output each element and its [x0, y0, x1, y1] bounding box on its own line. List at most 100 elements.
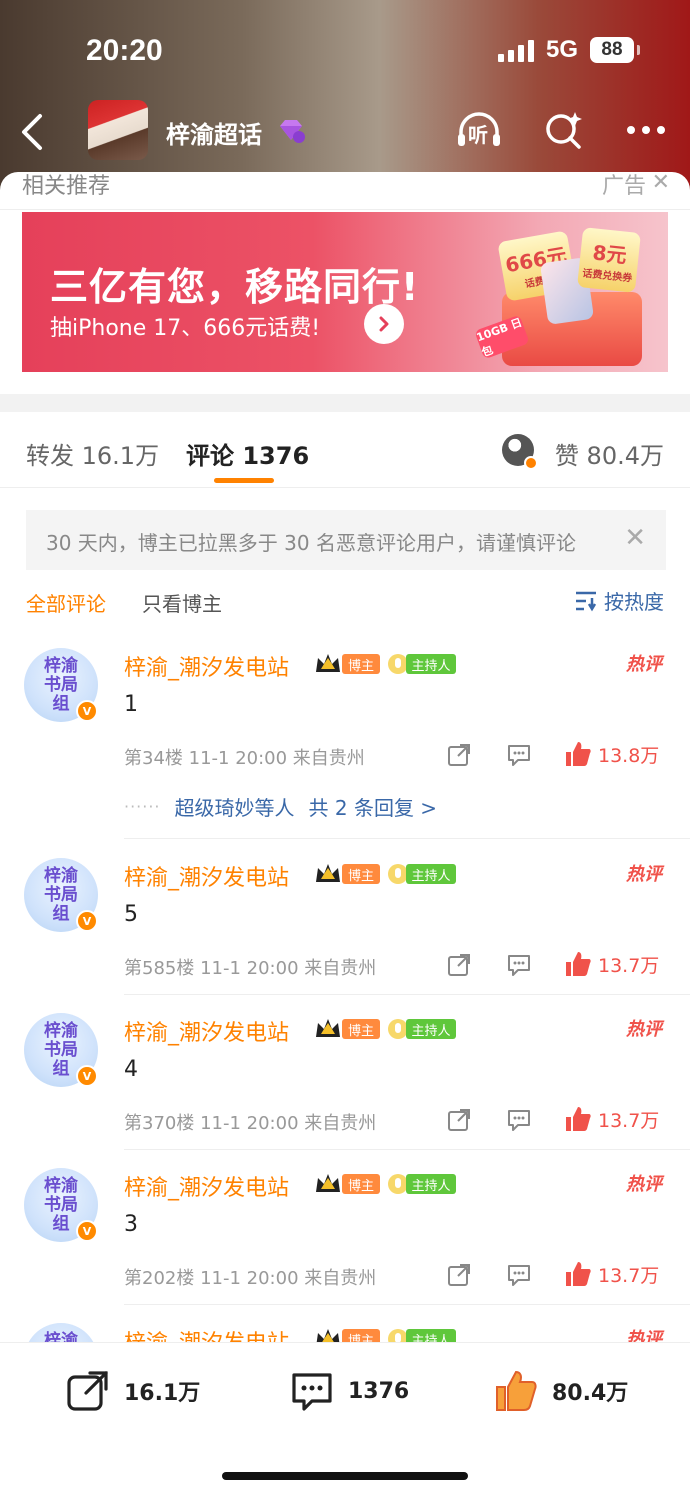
comment-meta: 第370楼 11-1 20:00 来自贵州 — [124, 1113, 377, 1134]
filter-all-comments[interactable]: 全部评论 — [26, 588, 106, 617]
comment-count: 1376 — [348, 1378, 410, 1404]
host-badge: 博主 — [342, 1174, 380, 1194]
thumbs-up-icon — [496, 1370, 537, 1411]
more-icon[interactable] — [626, 125, 666, 135]
topic-title[interactable]: 梓渝超话 — [166, 115, 262, 150]
repost-count: 16.1万 — [124, 1381, 201, 1406]
replies-preview[interactable]: ······ 超级琦妙等人 共 2 条回复 > — [124, 792, 437, 821]
crown-icon — [316, 864, 340, 882]
prize-small-sub: 话费兑换券 — [581, 268, 633, 285]
banner-arrow-button[interactable] — [364, 304, 404, 344]
section-separator — [0, 394, 690, 412]
hot-comment-tag: 热评 — [626, 1019, 662, 1040]
verified-badge-icon: V — [76, 910, 98, 932]
mc-badge: 主持人 — [406, 654, 456, 674]
reply-dots: ······ — [124, 797, 161, 816]
notice-close-button[interactable]: ✕ — [624, 525, 646, 551]
comment-notice: 30 天内，博主已拉黑多于 30 名恶意评论用户，请谨慎评论 ✕ — [26, 510, 666, 570]
ad-close-button[interactable]: ✕ — [652, 172, 670, 195]
reply-icon[interactable] — [506, 952, 532, 978]
share-icon[interactable] — [446, 952, 472, 978]
like-button[interactable]: 13.7万 — [564, 1260, 659, 1288]
sort-button[interactable]: 按热度 — [574, 586, 664, 615]
divider — [124, 994, 690, 995]
like-button[interactable]: 13.8万 — [564, 740, 659, 768]
back-arrow-icon — [22, 114, 42, 150]
listen-button[interactable]: 听 — [456, 110, 502, 150]
comment-meta: 第202楼 11-1 20:00 来自贵州 — [124, 1268, 377, 1289]
filter-host-only[interactable]: 只看博主 — [142, 588, 222, 617]
share-icon[interactable] — [446, 1107, 472, 1133]
comment-icon — [292, 1373, 332, 1411]
verified-badge-icon — [524, 456, 538, 470]
header-actions: 听 — [456, 110, 666, 150]
tab-comments[interactable]: 评论 1376 — [186, 436, 309, 471]
share-icon[interactable] — [446, 1262, 472, 1288]
back-button[interactable] — [18, 112, 50, 152]
sort-icon — [576, 591, 597, 611]
post-card: 相关推荐 广告 ✕ 三亿有您，移路同行! 抽iPhone 17、666元话费! … — [0, 172, 690, 1496]
hot-comment-tag: 热评 — [626, 654, 662, 675]
reply-names: 超级琦妙等人 — [174, 796, 295, 820]
commenter-name[interactable]: 梓渝_潮汐发电站 — [124, 1170, 289, 1202]
host-badge: 博主 — [342, 864, 380, 884]
hot-comment-tag: 热评 — [626, 1174, 662, 1195]
repost-button[interactable]: 16.1万 — [66, 1369, 200, 1413]
thumbs-up-icon — [566, 742, 591, 766]
verified-badge-icon: V — [76, 1065, 98, 1087]
verified-badge-icon: V — [76, 1220, 98, 1242]
crown-icon — [316, 1174, 340, 1192]
status-indicators: 5G 88 — [497, 36, 640, 64]
crown-icon — [316, 654, 340, 672]
host-badge: 博主 — [342, 1019, 380, 1039]
recommend-label: 相关推荐 — [22, 174, 111, 199]
share-icon[interactable] — [446, 742, 472, 768]
thumbs-up-icon — [566, 952, 591, 976]
like-button[interactable]: 13.7万 — [564, 950, 659, 978]
home-indicator[interactable] — [222, 1472, 468, 1480]
topic-avatar[interactable] — [88, 100, 148, 160]
commenter-name[interactable]: 梓渝_潮汐发电站 — [124, 1015, 289, 1047]
network-label: 5G — [545, 36, 578, 63]
prize-card-8: 8元 话费兑换券 — [577, 227, 641, 293]
tab-repost[interactable]: 转发 16.1万 — [26, 436, 159, 471]
comment-meta: 第585楼 11-1 20:00 来自贵州 — [124, 958, 377, 979]
mc-badge: 主持人 — [406, 1019, 456, 1039]
comment-text: 3 — [124, 1212, 138, 1237]
mc-badge: 主持人 — [406, 1174, 456, 1194]
tab-likes[interactable]: 赞 80.4万 — [555, 436, 664, 471]
status-time: 20:20 — [86, 34, 163, 67]
mc-badge: 主持人 — [406, 864, 456, 884]
divider — [124, 838, 690, 839]
reply-icon[interactable] — [506, 1107, 532, 1133]
like-button[interactable]: 13.7万 — [564, 1105, 659, 1133]
reply-count: 共 2 条回复 > — [308, 796, 438, 820]
comment-tabs: 转发 16.1万 评论 1376 赞 80.4万 — [0, 412, 690, 488]
search-sparkle-icon[interactable] — [544, 110, 584, 150]
like-post-button[interactable]: 80.4万 — [494, 1369, 628, 1413]
battery-icon: 88 — [590, 37, 640, 63]
comment-button[interactable]: 1376 — [290, 1369, 409, 1413]
prize-small-value: 8元 — [591, 240, 628, 268]
commenter-name[interactable]: 梓渝_潮汐发电站 — [124, 650, 289, 682]
reply-icon[interactable] — [506, 742, 532, 768]
crown-icon — [316, 1019, 340, 1037]
hot-comment-tag: 热评 — [626, 864, 662, 885]
divider — [124, 1304, 690, 1305]
like-count: 13.7万 — [598, 1264, 660, 1287]
like-count: 13.8万 — [598, 744, 660, 767]
comment-text: 1 — [124, 692, 138, 717]
comment-text: 5 — [124, 902, 138, 927]
repost-icon — [67, 1371, 108, 1411]
divider — [124, 1149, 690, 1150]
commenter-name[interactable]: 梓渝_潮汐发电站 — [124, 860, 289, 892]
comment-meta: 第34楼 11-1 20:00 来自贵州 — [124, 748, 365, 769]
comment-text: 4 — [124, 1057, 138, 1082]
host-badge: 博主 — [342, 654, 380, 674]
ad-banner[interactable]: 三亿有您，移路同行! 抽iPhone 17、666元话费! 666元 话费券 8… — [22, 212, 668, 372]
like-count: 13.7万 — [598, 1109, 660, 1132]
gem-icon — [280, 120, 305, 143]
chevron-right-icon — [379, 316, 389, 332]
notice-text: 30 天内，博主已拉黑多于 30 名恶意评论用户，请谨慎评论 — [46, 531, 576, 555]
reply-icon[interactable] — [506, 1262, 532, 1288]
